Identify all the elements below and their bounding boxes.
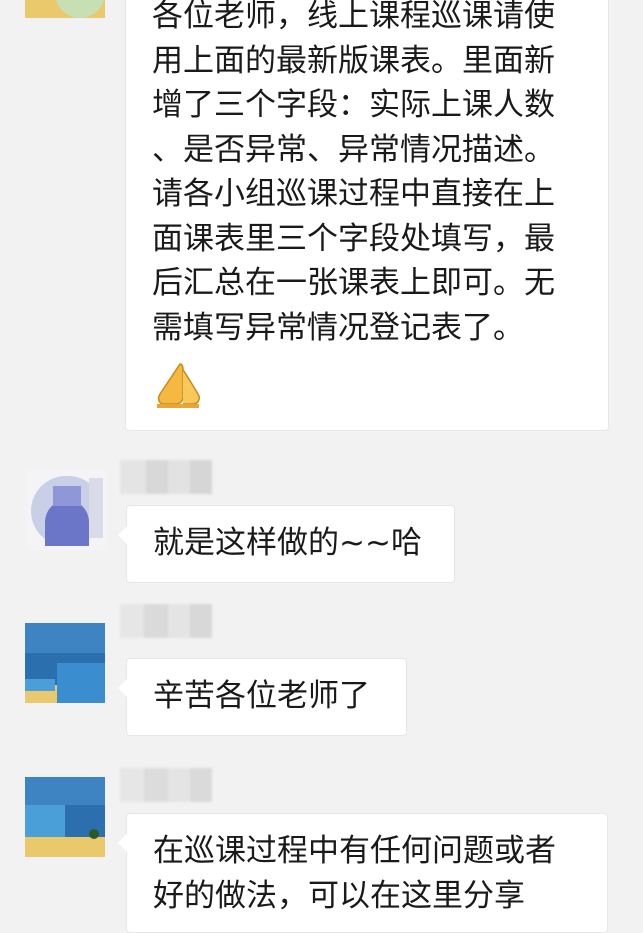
sender-name-blurred [120,768,212,802]
sender-avatar[interactable] [25,777,105,857]
message-text: 各位老师，线上课程巡课请使 用上面的最新版课表。里面新 增了三个字段：实际上课人… [152,0,555,346]
message-bubble[interactable]: 各位老师，线上课程巡课请使 用上面的最新版课表。里面新 增了三个字段：实际上课人… [125,0,609,431]
message-text: 在巡课过程中有任何问题或者 好的做法，可以在这里分享 [153,833,556,914]
message-bubble[interactable]: 在巡课过程中有任何问题或者 好的做法，可以在这里分享 [118,813,608,933]
folded-hands-emoji [157,363,200,408]
message-text: 辛苦各位老师了 [153,678,370,714]
sender-avatar[interactable] [25,623,105,703]
chat-view: { "chat": { "messages": [ { "text": "各位老… [0,0,643,933]
sender-name-blurred [120,604,212,638]
sender-avatar[interactable] [27,470,107,550]
message-text: 就是这样做的~~哈 [153,525,422,561]
sender-avatar[interactable] [25,0,105,18]
message-bubble[interactable]: 辛苦各位老师了 [118,658,407,736]
sender-name-blurred [120,460,212,494]
message-bubble[interactable]: 就是这样做的~~哈 [118,505,455,583]
